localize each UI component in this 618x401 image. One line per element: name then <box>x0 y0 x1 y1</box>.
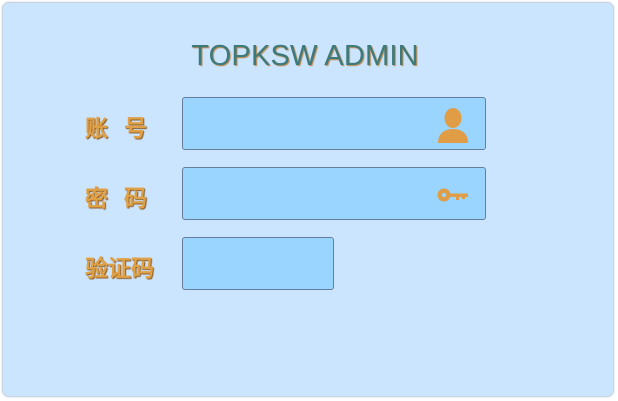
captcha-input[interactable] <box>183 238 333 289</box>
login-panel: TOPKSW ADMIN 账 号 密 码 验证码 <box>2 2 614 397</box>
account-label: 账 号 <box>85 116 148 142</box>
key-icon <box>437 188 468 202</box>
user-icon <box>438 108 468 143</box>
captcha-field-container <box>182 237 334 290</box>
page-title: TOPKSW ADMIN <box>191 40 419 72</box>
captcha-label: 验证码 <box>85 256 154 282</box>
password-label: 密 码 <box>85 186 148 212</box>
account-field-container <box>182 97 486 150</box>
password-field-container <box>182 167 486 220</box>
